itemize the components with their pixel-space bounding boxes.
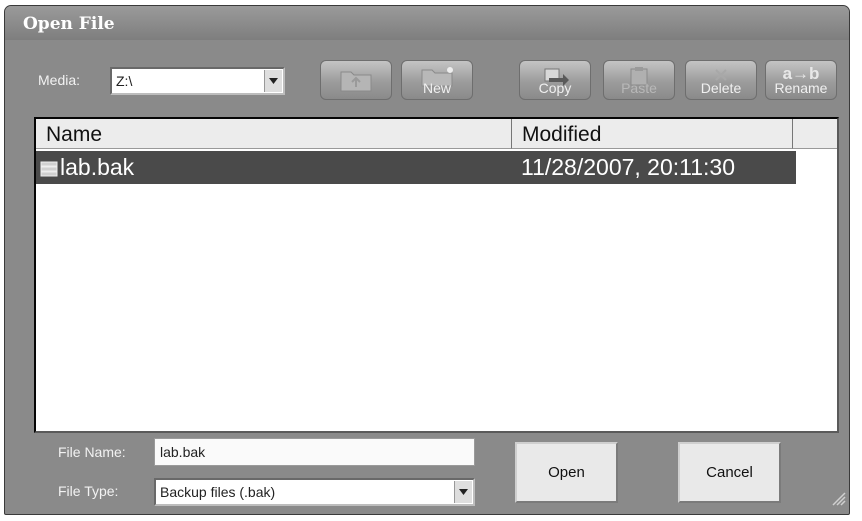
cancel-button[interactable]: Cancel	[678, 442, 781, 503]
file-name-value: lab.bak	[160, 444, 206, 460]
copy-label: Copy	[538, 80, 572, 96]
file-icon	[40, 157, 58, 184]
title-bar[interactable]: Open File	[5, 6, 849, 40]
paste-button[interactable]: Paste	[603, 60, 675, 100]
open-file-dialog: Open File Media: Z:\ New Copy Paste Dele…	[4, 5, 850, 515]
new-label: New	[422, 80, 451, 96]
file-row-selected[interactable]: lab.bak 11/28/2007, 20:11:30	[36, 151, 796, 184]
rename-button[interactable]: a→b Rename	[765, 60, 837, 100]
new-folder-button[interactable]: New	[401, 60, 473, 100]
delete-button[interactable]: Delete	[685, 60, 757, 100]
dialog-title: Open File	[23, 14, 115, 34]
copy-button[interactable]: Copy	[519, 60, 591, 100]
file-type-label: File Type:	[58, 483, 119, 499]
chevron-down-icon[interactable]	[264, 70, 282, 92]
file-modified-cell: 11/28/2007, 20:11:30	[521, 154, 736, 180]
file-name-input[interactable]: lab.bak	[154, 438, 475, 466]
media-label: Media:	[38, 72, 81, 88]
file-list[interactable]: Name Modified lab.bak 11/28/2007, 20:11:…	[34, 117, 839, 433]
media-value: Z:\	[116, 73, 133, 89]
file-type-value: Backup files (.bak)	[160, 484, 276, 500]
paste-label: Paste	[621, 80, 657, 96]
file-name-label: File Name:	[58, 444, 126, 460]
file-name-cell: lab.bak	[60, 154, 135, 180]
column-header-filler	[793, 119, 837, 149]
column-header-name[interactable]: Name	[36, 119, 512, 149]
file-type-select[interactable]: Backup files (.bak)	[154, 478, 475, 506]
up-folder-button[interactable]	[320, 60, 392, 100]
column-header-modified[interactable]: Modified	[512, 119, 793, 149]
open-button[interactable]: Open	[515, 442, 618, 503]
folder-up-icon	[337, 66, 375, 97]
media-select[interactable]: Z:\	[110, 67, 285, 95]
rename-label: Rename	[774, 80, 828, 96]
resize-grip-icon[interactable]	[830, 490, 846, 511]
chevron-down-icon[interactable]	[454, 481, 472, 503]
delete-label: Delete	[700, 80, 742, 96]
